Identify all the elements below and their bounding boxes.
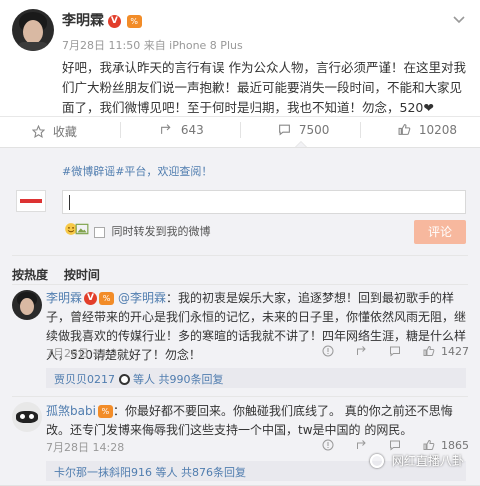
post-meta: 7月28日 11:50 来自 iPhone 8 Plus [62,39,243,52]
reply-count[interactable]: 等人 共876条回复 [156,466,247,479]
thumbs-up-icon[interactable] [423,439,435,451]
report-icon[interactable] [322,345,334,357]
comment-time: 7月28日 14:28 [46,441,125,454]
comment-mention[interactable]: @李明霖 [118,291,166,305]
panel-divider [12,255,468,256]
notice-link[interactable]: 欢迎查阅！ [157,165,212,178]
comment-avatar[interactable] [12,402,42,432]
action-divider [360,122,361,138]
comment-count: 7500 [298,123,330,137]
reply-user[interactable]: 贾贝贝0217 [54,373,115,386]
comment-divider [12,396,468,397]
panel-divider [12,284,468,285]
chevron-down-icon[interactable] [452,14,466,24]
forward-icon[interactable] [356,345,368,357]
text-cursor [69,195,70,210]
like-count: 10208 [418,123,458,137]
thumbs-up-icon[interactable] [423,345,435,357]
comment-button[interactable]: 7500 [278,123,329,137]
watermark: 网红直播八卦 [370,452,464,469]
thumbs-up-icon [398,124,411,135]
repost-checkbox[interactable] [94,226,105,238]
like-button[interactable]: 10208 [398,123,457,137]
action-divider [240,122,241,138]
comment-item: 孤煞babi% ：你最好都不要回来。你触碰我们底线了。 真的你之前还不思悔改。还专… [46,402,470,440]
favorite-label: 收藏 [52,125,77,139]
sort-tabs: 按热度 按时间 [12,266,100,283]
verified-icon: V [84,292,98,305]
submit-comment-button[interactable]: 评论 [414,220,466,244]
forward-icon[interactable] [356,439,368,451]
comment-icon[interactable] [389,439,401,451]
comment-like-count: 1427 [441,345,469,358]
watermark-logo-icon [370,454,384,468]
reply-summary[interactable]: 贾贝贝0217 等人 共990条回复 [46,368,466,388]
favorite-button[interactable]: 收藏 [31,123,77,140]
comment-icon [279,124,290,136]
repost-option[interactable]: 同时转发到我的微博 [94,223,211,239]
action-divider [120,122,121,138]
verified-icon: V [107,15,121,28]
star-icon [31,124,46,139]
author-line: 李明霖 V % [62,10,142,30]
post-body: 好吧，我承认昨天的言行有误 作为公众人物，言行必须严谨！在这里对我们广大粉丝朋友… [62,60,466,115]
panda-icon [118,374,130,385]
current-user-avatar[interactable] [16,190,46,212]
comment-actions: 1427 [322,345,469,358]
repost-label: 同时转发到我的微博 [111,225,211,238]
reply-count[interactable]: 等人 共990条回复 [133,373,224,386]
comment-avatar[interactable] [12,290,42,320]
comment-icon[interactable] [389,345,401,357]
comment-time: 7月28日 14:33 [46,347,125,360]
reply-user[interactable]: 卡尔那一抹斜阳916 [54,466,152,479]
image-icon[interactable] [75,222,89,236]
comment-input[interactable] [62,190,466,214]
level-badge-icon: % [99,292,115,305]
comment-actions: 1865 [322,439,469,452]
comment-like-count: 1865 [441,439,469,452]
author-avatar[interactable] [12,9,54,51]
tab-sort-hot[interactable]: 按热度 [12,268,48,282]
notice-prefix: #微博辟谣#平台， [62,165,158,178]
rumor-notice: #微博辟谣#平台，欢迎查阅！ [62,163,212,179]
watermark-text: 网红直播八卦 [391,454,464,468]
author-name[interactable]: 李明霖 [62,13,104,29]
level-badge-icon: % [97,405,113,418]
comment-author[interactable]: 李明霖 [46,291,82,305]
report-icon[interactable] [322,439,334,451]
comment-author[interactable]: 孤煞babi [46,404,96,418]
tab-sort-time[interactable]: 按时间 [64,268,100,282]
forward-icon [161,124,171,134]
forward-count: 643 [180,123,204,137]
forward-button[interactable]: 643 [160,123,204,137]
level-badge-icon: % [126,15,142,28]
